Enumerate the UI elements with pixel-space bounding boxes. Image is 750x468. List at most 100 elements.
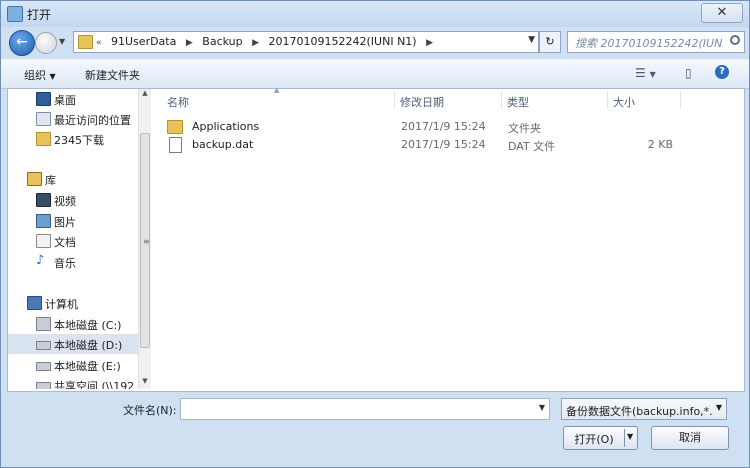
nav-item-2345-download[interactable]: 2345下载 (8, 129, 138, 149)
file-modified: 2017/1/9 15:24 (401, 120, 486, 133)
file-type: 文件夹 (508, 122, 541, 135)
column-header-name[interactable]: 名称 (167, 94, 189, 110)
nav-item-label: 视频 (54, 195, 76, 208)
open-button[interactable]: 打开(O) ▼ (563, 426, 638, 450)
search-placeholder: 搜索 20170109152242(IUNI N1) (575, 37, 723, 50)
back-arrow-icon: ← (16, 34, 28, 50)
breadcrumb-item[interactable]: 20170109152242(IUNI N1) (269, 35, 417, 48)
nav-item-computer[interactable]: 计算机 (8, 293, 138, 313)
scroll-thumb[interactable]: ≡ (140, 133, 150, 348)
organize-menu[interactable]: 组织 ▼ (24, 67, 56, 83)
file-type: DAT 文件 (508, 140, 556, 153)
chevron-down-icon[interactable]: ▼ (539, 403, 545, 412)
address-dropdown-icon[interactable]: ▼ (528, 35, 535, 45)
folder-icon (36, 132, 51, 146)
split-divider (624, 429, 625, 447)
column-divider[interactable] (607, 91, 608, 109)
search-input[interactable]: 搜索 20170109152242(IUNI N1) (567, 31, 745, 53)
nav-item-label: 文档 (54, 236, 76, 249)
breadcrumb-item[interactable]: Backup (202, 35, 242, 48)
column-header-row: ▲ 名称 修改日期 类型 大小 (153, 86, 743, 111)
column-header-type[interactable]: 类型 (507, 94, 529, 110)
back-button[interactable]: ← (9, 30, 35, 56)
file-type-filter[interactable]: 备份数据文件(backup.info,*.zi ▼ (561, 398, 727, 420)
library-icon (27, 172, 42, 186)
drive-icon (36, 317, 51, 331)
filename-label: 文件名(N): (123, 404, 177, 417)
toolbar: 组织 ▼ 新建文件夹 ☰ ▼ ▯ ? (1, 59, 749, 89)
view-options-icon[interactable]: ☰ ▼ (635, 66, 656, 82)
dialog-title: 打开 (27, 8, 52, 22)
computer-icon (27, 296, 42, 310)
preview-pane-icon[interactable]: ▯ (685, 66, 692, 82)
folder-icon (167, 120, 183, 134)
nav-item-video[interactable]: 视频 (8, 190, 138, 210)
open-button-label: 打开(O) (574, 433, 614, 446)
nav-item-pictures[interactable]: 图片 (8, 211, 138, 231)
dialog-body: 桌面 最近访问的位置 2345下载 库 视频 图片 文档 ♪ 音乐 计算机 本地… (7, 86, 745, 392)
scroll-up-icon[interactable]: ▲ (139, 89, 151, 101)
chevron-down-icon[interactable]: ▼ (627, 432, 633, 441)
navigation-pane: 桌面 最近访问的位置 2345下载 库 视频 图片 文档 ♪ 音乐 计算机 本地… (8, 89, 138, 389)
file-modified: 2017/1/9 15:24 (401, 138, 486, 151)
nav-item-documents[interactable]: 文档 (8, 231, 138, 251)
desktop-icon (36, 92, 51, 106)
filename-input[interactable]: ▼ (180, 398, 550, 420)
file-name: backup.dat (192, 138, 254, 151)
help-icon[interactable]: ? (715, 65, 729, 79)
address-bar[interactable]: « 91UserData ▶ Backup ▶ 20170109152242(I… (73, 31, 539, 53)
document-icon (36, 234, 51, 248)
column-header-modified[interactable]: 修改日期 (400, 94, 444, 110)
nav-item-drive-e[interactable]: 本地磁盘 (E:) (8, 355, 138, 375)
forward-button[interactable] (35, 32, 57, 54)
title-bar: 打开 ✕ (1, 1, 749, 27)
file-icon (169, 137, 182, 153)
file-row-applications[interactable]: Applications 2017/1/9 15:24 文件夹 (165, 118, 725, 136)
column-header-size[interactable]: 大小 (613, 94, 635, 110)
column-divider[interactable] (680, 91, 681, 109)
refresh-icon: ↻ (545, 35, 555, 48)
nav-item-music[interactable]: ♪ 音乐 (8, 252, 138, 272)
organize-label: 组织 (24, 69, 46, 82)
nav-item-network-share[interactable]: 共享空间 (\\192 (8, 375, 138, 389)
grip-icon: ≡ (143, 237, 150, 246)
chevron-right-icon[interactable]: ▶ (426, 38, 433, 48)
nav-item-label: 本地磁盘 (D:) (54, 339, 123, 352)
breadcrumb: « 91UserData ▶ Backup ▶ 20170109152242(I… (96, 35, 439, 48)
drive-icon (36, 341, 51, 350)
nav-item-desktop[interactable]: 桌面 (8, 89, 138, 109)
refresh-button[interactable]: ↻ (539, 31, 561, 53)
nav-item-label: 本地磁盘 (C:) (54, 319, 122, 332)
cancel-button[interactable]: 取消 (651, 426, 729, 450)
nav-item-library[interactable]: 库 (8, 169, 138, 189)
scroll-down-icon[interactable]: ▼ (139, 377, 151, 389)
nav-item-drive-c[interactable]: 本地磁盘 (C:) (8, 314, 138, 334)
address-row: ← ▼ « 91UserData ▶ Backup ▶ 201701091522… (7, 29, 745, 56)
column-divider[interactable] (394, 91, 395, 109)
filter-value: 备份数据文件(backup.info,*.zi (566, 405, 712, 418)
chevron-right-icon[interactable]: ▶ (186, 38, 193, 48)
file-size: 2 KB (647, 138, 673, 151)
recent-places-icon (36, 112, 51, 126)
nav-item-recent[interactable]: 最近访问的位置 (8, 109, 138, 129)
nav-item-label: 库 (45, 174, 56, 187)
nav-scrollbar[interactable]: ▲ ≡ ▼ (138, 89, 151, 389)
chevron-down-icon: ▼ (49, 72, 56, 81)
new-folder-button[interactable]: 新建文件夹 (85, 67, 140, 83)
nav-item-label: 计算机 (45, 298, 78, 311)
sort-ascending-icon: ▲ (274, 86, 280, 94)
breadcrumb-item[interactable]: 91UserData (111, 35, 176, 48)
nav-item-drive-d[interactable]: 本地磁盘 (D:) (8, 334, 138, 354)
video-icon (36, 193, 51, 207)
chevron-right-icon[interactable]: ▶ (252, 38, 259, 48)
recent-locations-dropdown[interactable]: ▼ (59, 34, 69, 50)
file-list: ▲ 名称 修改日期 类型 大小 Applications 2017/1/9 15… (153, 86, 743, 389)
close-button[interactable]: ✕ (701, 3, 743, 23)
column-divider[interactable] (501, 91, 502, 109)
drive-icon (36, 362, 51, 371)
chevron-left-icon: « (96, 38, 102, 48)
nav-item-label: 图片 (54, 216, 76, 229)
folder-icon (78, 35, 93, 49)
nav-item-label: 最近访问的位置 (54, 114, 131, 127)
file-row-backup-dat[interactable]: backup.dat 2017/1/9 15:24 DAT 文件 2 KB (165, 136, 725, 154)
